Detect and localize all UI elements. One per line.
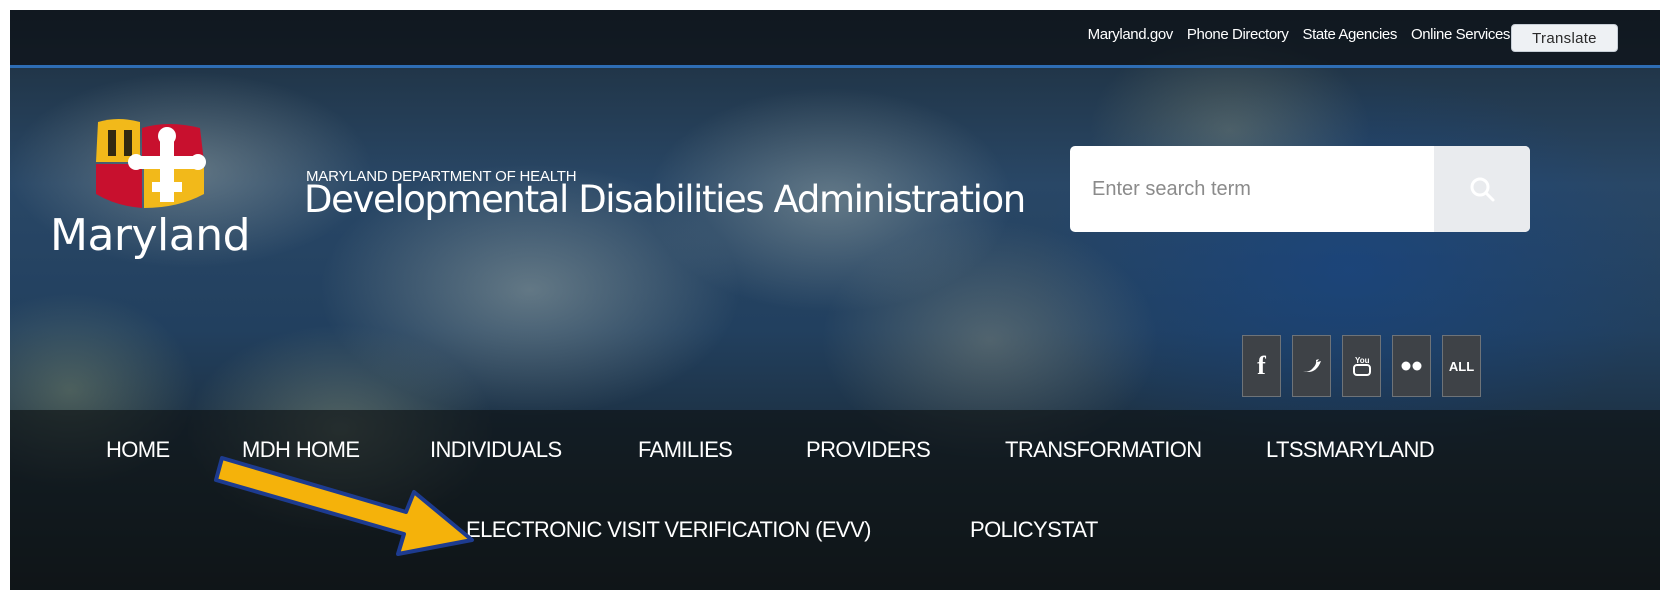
twitter-button[interactable] (1292, 335, 1331, 397)
maryland-gov-link[interactable]: Maryland.gov (1088, 26, 1174, 43)
all-social-button[interactable]: ALL (1442, 335, 1481, 397)
youtube-icon: You (1352, 356, 1371, 376)
search-input[interactable] (1070, 146, 1434, 232)
nav-families[interactable]: FAMILIES (638, 437, 733, 463)
utility-links: Maryland.gov Phone Directory State Agenc… (1088, 26, 1511, 43)
state-agencies-link[interactable]: State Agencies (1302, 26, 1397, 43)
nav-evv[interactable]: ELECTRONIC VISIT VERIFICATION (EVV) (466, 517, 871, 543)
maryland-flag-icon (96, 119, 206, 208)
maryland-wordmark: Maryland (50, 210, 251, 261)
page-frame: Maryland.gov Phone Directory State Agenc… (10, 10, 1660, 590)
nav-transformation[interactable]: TRANSFORMATION (1005, 437, 1202, 463)
all-social-icon: ALL (1448, 358, 1475, 374)
online-services-link[interactable]: Online Services (1411, 26, 1510, 43)
annotation-arrow-icon (214, 456, 474, 556)
search-box (1070, 146, 1530, 232)
utility-bar: Maryland.gov Phone Directory State Agenc… (10, 10, 1660, 68)
translate-button[interactable]: Translate (1511, 24, 1618, 52)
nav-providers[interactable]: PROVIDERS (806, 437, 931, 463)
twitter-icon (1302, 359, 1321, 372)
facebook-icon: f (1257, 351, 1266, 380)
search-button[interactable] (1434, 146, 1530, 232)
svg-text:You: You (1355, 356, 1370, 365)
facebook-button[interactable]: f (1242, 335, 1281, 397)
social-links: f You ALL (1242, 335, 1481, 397)
nav-ltssmaryland[interactable]: LTSSMARYLAND (1266, 437, 1435, 463)
flickr-button[interactable] (1392, 335, 1431, 397)
nav-policystat[interactable]: POLICYSTAT (970, 517, 1098, 543)
search-icon (1470, 177, 1495, 202)
maryland-logo[interactable]: Maryland (50, 116, 251, 266)
flickr-icon (1401, 361, 1421, 371)
phone-directory-link[interactable]: Phone Directory (1187, 26, 1289, 43)
nav-home[interactable]: HOME (106, 437, 170, 463)
page-title[interactable]: Developmental Disabilities Administratio… (304, 178, 1026, 221)
youtube-button[interactable]: You (1342, 335, 1381, 397)
